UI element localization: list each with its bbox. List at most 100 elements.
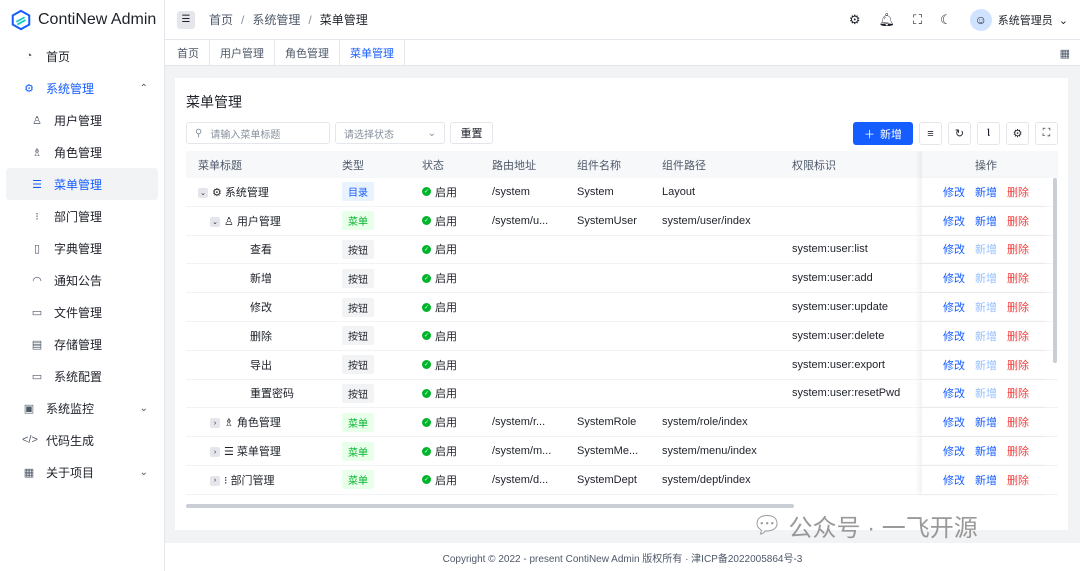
add-child-link[interactable]: 新增 xyxy=(975,184,997,200)
fullscreen-button[interactable]: ⛶ xyxy=(1035,122,1058,145)
chevron-icon[interactable]: ⌄ xyxy=(140,467,148,478)
sidebar-item[interactable]: </> 代码生成 xyxy=(6,424,158,456)
add-child-link[interactable]: 新增 xyxy=(975,414,997,430)
delete-link[interactable]: 删除 xyxy=(1007,299,1029,315)
expand-toggle-icon[interactable]: › xyxy=(210,418,220,429)
route-cell: /system/m... xyxy=(492,445,552,458)
breadcrumb-home[interactable]: 首页 xyxy=(209,11,233,28)
table-row[interactable]: › ♗ 角色管理 菜单 ✓ 启用/system/r... SystemRole system… xyxy=(186,408,1058,438)
sidebar-item[interactable]: ☰ 菜单管理 xyxy=(6,168,158,200)
delete-link[interactable]: 删除 xyxy=(1007,241,1029,257)
sidebar-item-label: 关于项目 xyxy=(46,465,95,480)
table-row[interactable]: ⌄ ♙ 用户管理 菜单 ✓ 启用/system/u... SystemUser system… xyxy=(186,206,1058,236)
search-input[interactable]: ⚲ 请输入菜单标题 xyxy=(186,122,330,144)
table-row[interactable]: 导出 按钮 ✓ 启用 system:user:export 修改 新增 删除 xyxy=(186,350,1058,380)
edit-link[interactable]: 修改 xyxy=(943,443,965,459)
delete-link[interactable]: 删除 xyxy=(1007,443,1029,459)
gear-icon: ⚙ xyxy=(1012,128,1023,140)
delete-link[interactable]: 删除 xyxy=(1007,270,1029,286)
expand-toggle-icon[interactable]: ⌄ xyxy=(198,187,208,198)
breadcrumb-system[interactable]: 系统管理 xyxy=(252,11,300,28)
logo[interactable]: ContiNew Admin xyxy=(0,0,164,40)
tab-menus[interactable]: 菜单管理 xyxy=(340,40,405,66)
add-child-link[interactable]: 新增 xyxy=(975,472,997,488)
table-row[interactable]: 修改 按钮 ✓ 启用 system:user:update 修改 新增 删除 xyxy=(186,293,1058,322)
add-button[interactable]: ＋ 新增 xyxy=(853,122,913,145)
fullscreen-icon[interactable]: ⛶ xyxy=(913,12,922,28)
apps-icon: ▦ xyxy=(23,466,35,479)
chevron-icon[interactable]: ⌃ xyxy=(140,83,148,94)
sidebar-item[interactable]: ▣ 系统监控 ⌄ xyxy=(6,392,158,424)
sidebar-item[interactable]: ⚙ 系统管理 ⌃ xyxy=(6,72,158,104)
component-path-cell: system/dept/index xyxy=(662,473,751,486)
status-select[interactable]: 请选择状态 ⌄ xyxy=(335,122,445,144)
column-settings-button[interactable]: ⚙ xyxy=(1006,122,1029,145)
edit-link[interactable]: 修改 xyxy=(943,184,965,200)
edit-link[interactable]: 修改 xyxy=(943,472,965,488)
table-row[interactable]: 查看 按钮 ✓ 启用 system:user:list 修改 新增 删除 xyxy=(186,235,1058,265)
delete-link[interactable]: 删除 xyxy=(1007,385,1029,401)
sidebar-item[interactable]: ♙ 用户管理 xyxy=(6,104,158,136)
tab-home[interactable]: 首页 xyxy=(167,40,210,66)
status-cell: ✓ 启用 xyxy=(410,270,480,286)
username: 系统管理员 xyxy=(997,15,1053,27)
table-row[interactable]: ⌄ ⚙ 系统管理 目录 ✓ 启用/system System Layout 修改 新增 删除 xyxy=(186,178,1058,207)
table-row[interactable]: › ⁝ 部门管理 菜单 ✓ 启用/system/d... SystemDept system… xyxy=(186,465,1058,495)
expand-toggle-icon[interactable]: › xyxy=(210,475,220,486)
folder-icon: ▭ xyxy=(31,306,43,319)
refresh-button[interactable]: ↻ xyxy=(948,122,971,145)
sidebar-item[interactable]: ◠ 通知公告 xyxy=(6,264,158,296)
sidebar-item[interactable]: ◔ 首页 xyxy=(6,40,158,72)
menu-title: 系统管理 xyxy=(224,186,269,199)
sidebar-item[interactable]: ▭ 文件管理 xyxy=(6,296,158,328)
edit-link[interactable]: 修改 xyxy=(943,385,965,401)
tab-users[interactable]: 用户管理 xyxy=(210,40,275,66)
edit-link[interactable]: 修改 xyxy=(943,270,965,286)
dark-mode-icon[interactable]: ☾ xyxy=(940,12,952,28)
table-row[interactable]: 新增 按钮 ✓ 启用 system:user:add 修改 新增 删除 xyxy=(186,264,1058,294)
expand-all-button[interactable]: ≡ xyxy=(919,122,942,145)
reset-button[interactable]: 重置 xyxy=(450,122,493,144)
edit-link[interactable]: 修改 xyxy=(943,357,965,373)
actions-cell: 修改 新增 删除 xyxy=(922,408,1050,437)
delete-link[interactable]: 删除 xyxy=(1007,414,1029,430)
table-row[interactable]: 重置密码 按钮 ✓ 启用 system:user:resetPwd 修改 新增 删除 xyxy=(186,379,1058,409)
collapse-sidebar-button[interactable]: ☰ xyxy=(177,10,195,29)
density-button[interactable]: Ⲓ xyxy=(977,122,1000,145)
bell-icon[interactable]: 🔔︎ xyxy=(879,12,896,28)
edit-link[interactable]: 修改 xyxy=(943,328,965,344)
expand-toggle-icon[interactable]: › xyxy=(210,447,220,458)
sidebar-item[interactable]: ⁝ 部门管理 xyxy=(6,200,158,232)
vertical-scrollbar[interactable] xyxy=(1053,178,1057,363)
chevron-down-icon: ⌄ xyxy=(427,127,436,139)
delete-link[interactable]: 删除 xyxy=(1007,213,1029,229)
type-tag: 菜单 xyxy=(342,441,374,461)
sidebar-item[interactable]: ♗ 角色管理 xyxy=(6,136,158,168)
table-header: 菜单标题 类型 状态 路由地址 组件名称 组件路径 权限标识 操作 xyxy=(186,151,1058,178)
edit-link[interactable]: 修改 xyxy=(943,414,965,430)
delete-link[interactable]: 删除 xyxy=(1007,472,1029,488)
expand-toggle-icon[interactable]: ⌄ xyxy=(210,216,220,227)
sidebar-item[interactable]: ▤ 存储管理 xyxy=(6,328,158,360)
edit-link[interactable]: 修改 xyxy=(943,299,965,315)
edit-link[interactable]: 修改 xyxy=(943,241,965,257)
sidebar-item[interactable]: ▦ 关于项目 ⌄ xyxy=(6,456,158,488)
edit-link[interactable]: 修改 xyxy=(943,213,965,229)
delete-link[interactable]: 删除 xyxy=(1007,184,1029,200)
sidebar-item[interactable]: ▯ 字典管理 xyxy=(6,232,158,264)
sidebar-item[interactable]: ▭ 系统配置 xyxy=(6,360,158,392)
user-menu[interactable]: ☺ 系统管理员 ⌄ xyxy=(969,9,1068,31)
horizontal-scrollbar[interactable] xyxy=(186,504,794,508)
settings-icon[interactable]: ⚙ xyxy=(849,12,861,28)
table-row[interactable]: 删除 按钮 ✓ 启用 system:user:delete 修改 新增 删除 xyxy=(186,321,1058,351)
delete-link[interactable]: 删除 xyxy=(1007,328,1029,344)
chevron-icon[interactable]: ⌄ xyxy=(140,403,148,414)
add-child-link[interactable]: 新增 xyxy=(975,213,997,229)
tab-roles[interactable]: 角色管理 xyxy=(275,40,340,66)
delete-link[interactable]: 删除 xyxy=(1007,357,1029,373)
add-child-link[interactable]: 新增 xyxy=(975,443,997,459)
column-header: 路由地址 xyxy=(492,159,536,172)
table-row[interactable]: › ☰ 菜单管理 菜单 ✓ 启用/system/m... SystemMe... syste… xyxy=(186,437,1058,466)
tabs-grid-icon[interactable]: ▦ xyxy=(1060,47,1070,60)
status-cell: ✓ 启用 xyxy=(410,328,480,344)
